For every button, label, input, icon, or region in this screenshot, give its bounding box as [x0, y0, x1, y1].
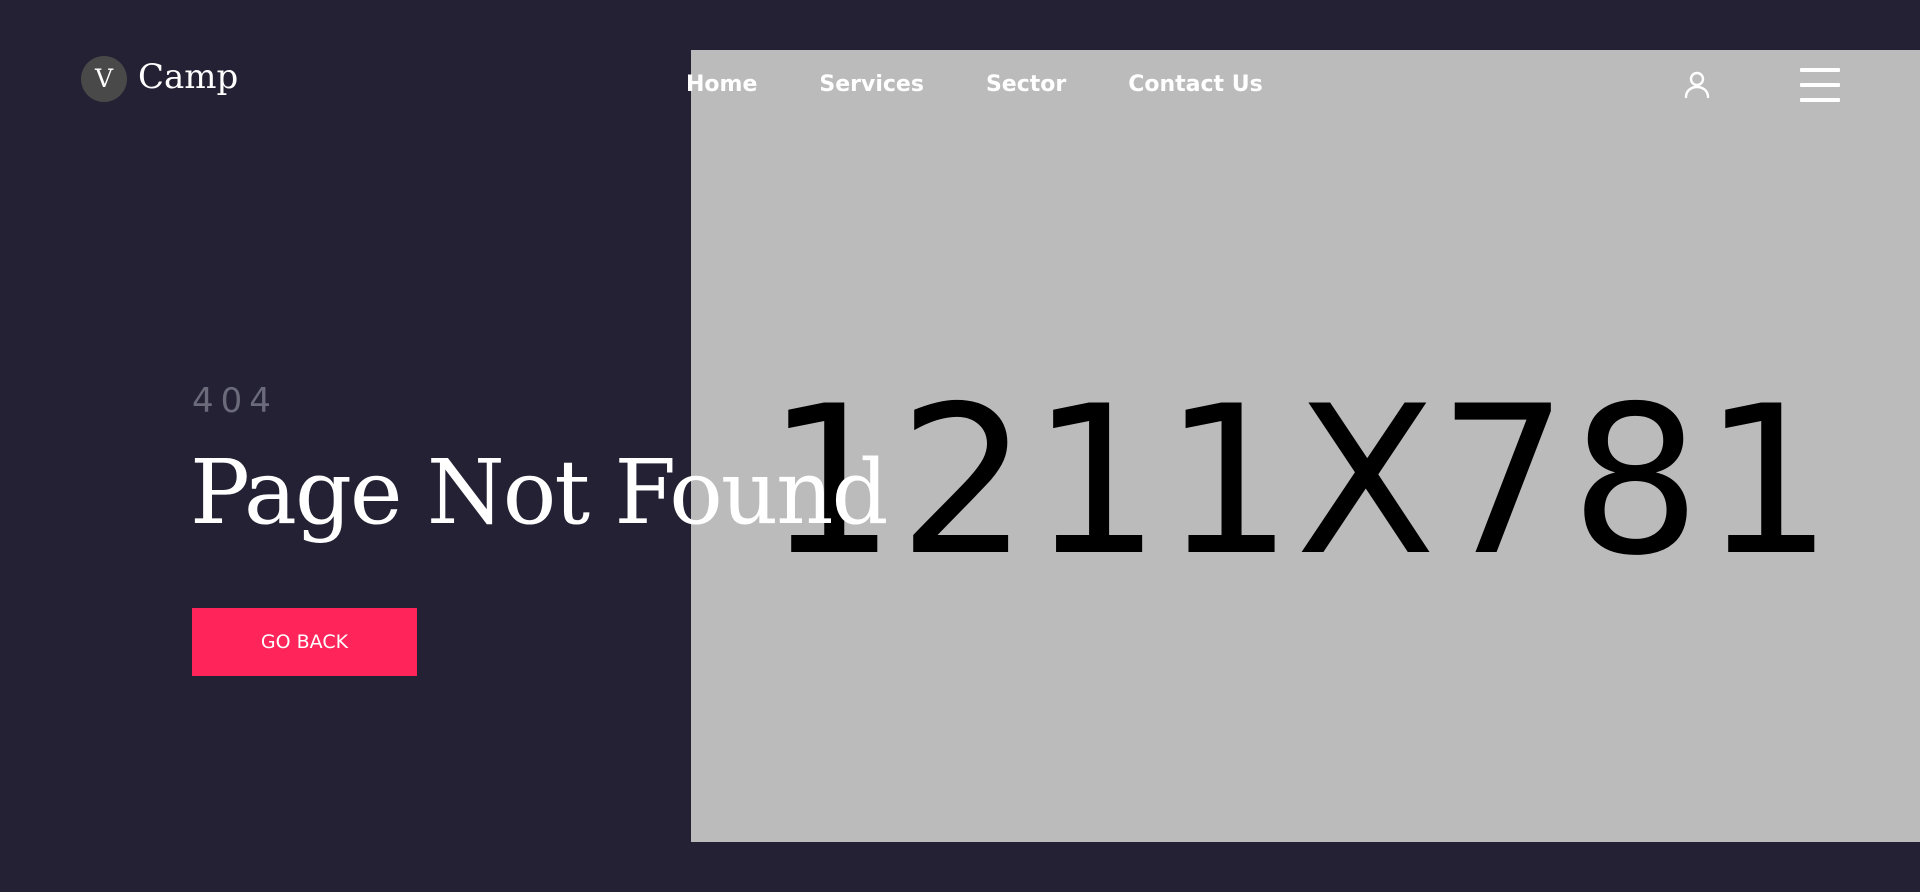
- go-back-button[interactable]: GO BACK: [192, 608, 417, 676]
- nav-services[interactable]: Services: [819, 70, 924, 100]
- nav-home[interactable]: Home: [686, 70, 757, 100]
- page-title: Page Not Found: [190, 440, 888, 544]
- site-logo[interactable]: V Camp: [81, 56, 238, 102]
- main-nav: Home Services Sector Contact Us: [686, 70, 1263, 100]
- error-code: 404: [192, 381, 278, 421]
- hamburger-menu-icon[interactable]: [1800, 68, 1840, 102]
- logo-text: Camp: [138, 57, 239, 97]
- nav-contact-us[interactable]: Contact Us: [1128, 70, 1262, 100]
- logo-mark: V: [81, 56, 127, 102]
- user-icon[interactable]: [1683, 70, 1711, 100]
- nav-sector[interactable]: Sector: [986, 70, 1066, 100]
